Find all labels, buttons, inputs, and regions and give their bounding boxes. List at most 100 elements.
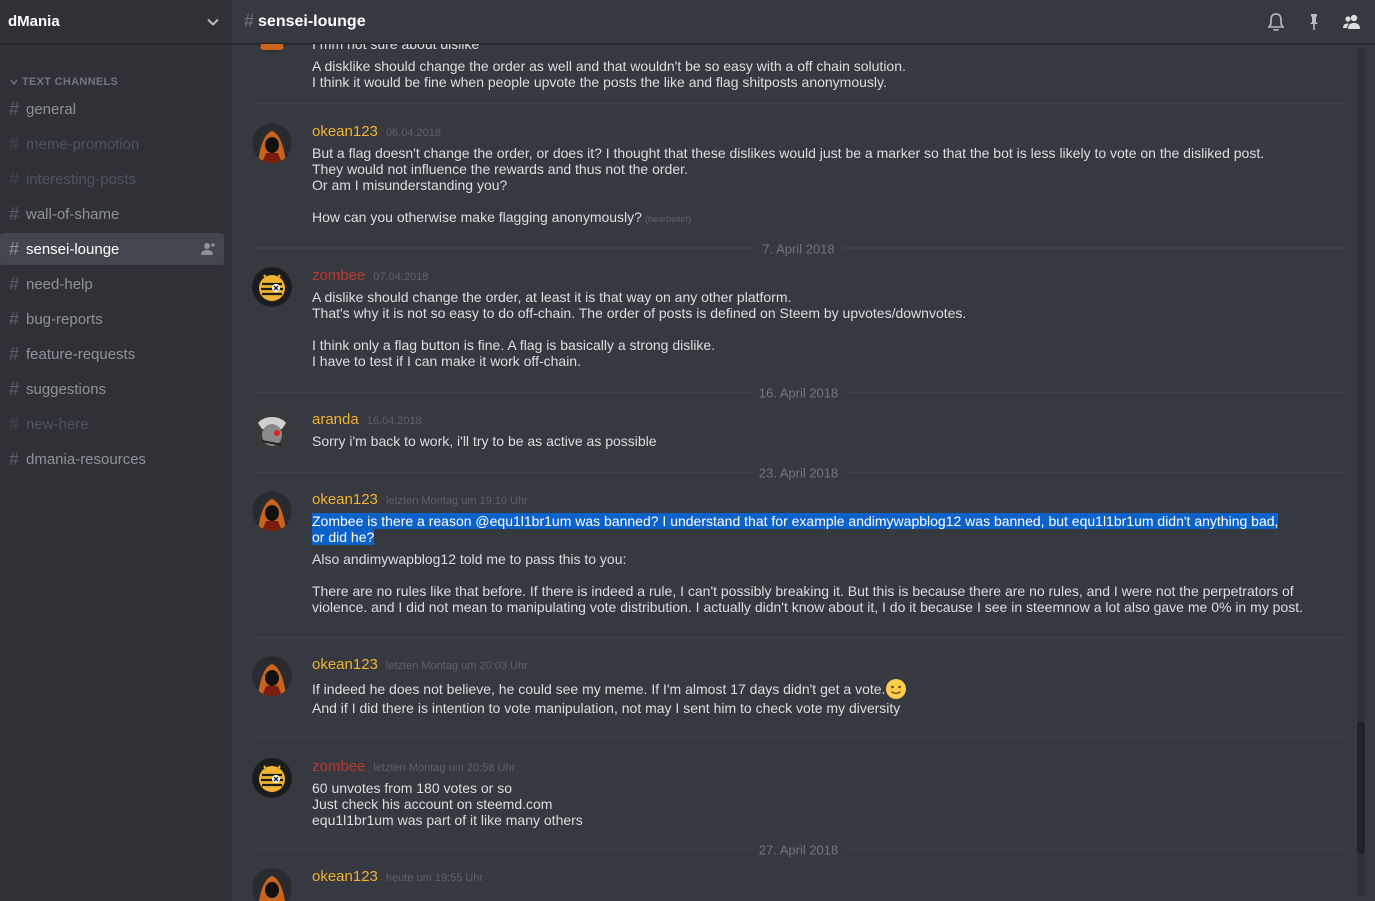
timestamp: 06.04.2018 bbox=[385, 127, 441, 139]
hash-icon: # bbox=[8, 98, 19, 119]
message-line: I think it would be fine when people upv… bbox=[312, 74, 887, 90]
channel-name: new-here bbox=[26, 415, 89, 433]
message-line bbox=[312, 193, 1345, 209]
sidebar-item-need-help[interactable]: # need-help bbox=[0, 268, 224, 300]
selected-text: Zombee is there a reason @equ1l1br1um wa… bbox=[312, 513, 1287, 545]
message-content: I mm not sure about dislike A disklike s… bbox=[312, 44, 1345, 90]
avatar[interactable] bbox=[252, 44, 292, 52]
author-name[interactable]: zombee bbox=[312, 267, 365, 284]
message-header: zombee 07.04.2018 bbox=[312, 267, 1345, 289]
timestamp: 07.04.2018 bbox=[373, 271, 429, 283]
message-text: If indeed he does not believe, he could … bbox=[312, 681, 886, 697]
sidebar-item-suggestions[interactable]: # suggestions bbox=[0, 373, 224, 405]
sidebar-item-interesting-posts[interactable]: # interesting-posts bbox=[0, 163, 224, 195]
message-group: zombee 07.04.2018 A dislike should chang… bbox=[252, 249, 1345, 392]
timestamp: letzten Montag um 20:58 Uhr bbox=[373, 762, 516, 774]
bell-icon[interactable] bbox=[1265, 11, 1287, 33]
channel-name: general bbox=[26, 100, 77, 118]
avatar-image bbox=[252, 868, 292, 901]
message-header: okean123 letzten Montag um 20:03 Uhr bbox=[312, 656, 1345, 678]
sidebar-item-wall-of-shame[interactable]: # wall-of-shame bbox=[0, 198, 224, 230]
header-toolbar bbox=[1265, 11, 1363, 33]
invite-user-icon[interactable] bbox=[200, 241, 216, 257]
message-list[interactable]: I mm not sure about dislike A disklike s… bbox=[232, 44, 1375, 901]
sidebar-item-sensei-lounge[interactable]: # sensei-lounge bbox=[0, 233, 224, 265]
message-line: I mm not sure about dislike bbox=[312, 44, 480, 52]
message-line: How can you otherwise make flagging anon… bbox=[312, 209, 1345, 227]
avatar[interactable] bbox=[252, 758, 292, 798]
message-header: okean123 letzten Montag um 19:10 Uhr bbox=[312, 491, 1345, 513]
timestamp: heute um 19:55 Uhr bbox=[385, 872, 484, 884]
hash-icon: # bbox=[8, 203, 19, 224]
author-name[interactable]: zombee bbox=[312, 758, 365, 775]
sidebar-item-meme-promotion[interactable]: # meme-promotion bbox=[0, 128, 224, 160]
hash-icon: # bbox=[8, 308, 19, 329]
message-line: That's why it is not so easy to do off-c… bbox=[312, 305, 967, 321]
selected-line: Zombee is there a reason @equ1l1br1um wa… bbox=[312, 513, 1279, 545]
message-line: Also andimywapblog12 told me to pass thi… bbox=[312, 551, 627, 567]
sidebar-item-dmania-resources[interactable]: # dmania-resources bbox=[0, 443, 224, 475]
message-group: okean123 letzten Montag um 20:03 Uhr If … bbox=[252, 638, 1345, 738]
message-header: zombee letzten Montag um 20:58 Uhr bbox=[312, 758, 1345, 780]
chevron-down-icon bbox=[207, 18, 219, 26]
message-line: If indeed he does not believe, he could … bbox=[312, 678, 1345, 700]
message-line: Sorry i'm back to work, i'll try to be a… bbox=[312, 433, 657, 449]
hash-icon: # bbox=[8, 448, 19, 469]
timestamp: 16.04.2018 bbox=[366, 415, 422, 427]
avatar[interactable] bbox=[252, 656, 292, 696]
author-name[interactable]: okean123 bbox=[312, 656, 378, 673]
message-line bbox=[312, 567, 1345, 583]
channel-name: interesting-posts bbox=[26, 170, 137, 188]
avatar[interactable] bbox=[252, 123, 292, 163]
author-name[interactable]: aranda bbox=[312, 411, 359, 428]
channel-name: bug-reports bbox=[26, 310, 103, 328]
message-line: They would not influence the rewards and… bbox=[312, 161, 688, 177]
scrollbar-thumb[interactable] bbox=[1357, 721, 1365, 854]
message-content: 60 unvotes from 180 votes or so Just che… bbox=[312, 780, 1345, 828]
avatar[interactable] bbox=[252, 411, 292, 451]
author-name[interactable]: okean123 bbox=[312, 868, 378, 885]
message-line: I think only a flag button is fine. A fl… bbox=[312, 337, 716, 353]
avatar[interactable] bbox=[252, 868, 292, 901]
avatar-image bbox=[252, 758, 292, 798]
hash-icon: # bbox=[8, 343, 19, 364]
guild-name: dMania bbox=[8, 13, 60, 30]
avatar-image bbox=[252, 656, 292, 696]
caret-down-icon bbox=[10, 79, 18, 86]
chat-area: # sensei-lounge I mm not sure about disl… bbox=[232, 0, 1375, 901]
message-line bbox=[312, 321, 1345, 337]
locked-hash-icon: # bbox=[244, 11, 255, 31]
category-text-channels[interactable]: TEXT CHANNELS bbox=[0, 44, 232, 92]
sidebar-item-bug-reports[interactable]: # bug-reports bbox=[0, 303, 224, 335]
sidebar-item-new-here[interactable]: # new-here bbox=[0, 408, 224, 440]
message-group: okean123 heute um 19:55 Uhr bbox=[252, 850, 1345, 901]
channel-name: wall-of-shame bbox=[26, 205, 120, 223]
pin-icon[interactable] bbox=[1303, 11, 1325, 33]
members-icon[interactable] bbox=[1341, 11, 1363, 33]
message-group: aranda 16.04.2018 Sorry i'm back to work… bbox=[252, 393, 1345, 472]
discord-window: dMania TEXT CHANNELS # general # meme-pr… bbox=[0, 0, 1375, 901]
author-name[interactable]: okean123 bbox=[312, 491, 378, 508]
avatar[interactable] bbox=[252, 267, 292, 307]
message-line: 60 unvotes from 180 votes or so bbox=[312, 780, 512, 796]
sidebar-item-feature-requests[interactable]: # feature-requests bbox=[0, 338, 224, 370]
channel-name: suggestions bbox=[26, 380, 107, 398]
guild-header[interactable]: dMania bbox=[0, 0, 232, 44]
message-line: And if I did there is intention to vote … bbox=[312, 700, 901, 716]
avatar[interactable] bbox=[252, 491, 292, 531]
message-header: aranda 16.04.2018 bbox=[312, 411, 1345, 433]
message-group: I mm not sure about dislike A disklike s… bbox=[252, 44, 1345, 104]
hash-icon: # bbox=[8, 133, 19, 154]
message-header: okean123 06.04.2018 bbox=[312, 123, 1345, 145]
message-header: okean123 heute um 19:55 Uhr bbox=[312, 868, 1345, 890]
sidebar-item-general[interactable]: # general bbox=[0, 93, 224, 125]
message-text: How can you otherwise make flagging anon… bbox=[312, 209, 642, 225]
hash-icon: # bbox=[8, 378, 19, 399]
author-name[interactable]: okean123 bbox=[312, 123, 378, 140]
slightly-smiling-face-emoji bbox=[886, 679, 907, 699]
message-group: okean123 letzten Montag um 19:10 Uhr Zom… bbox=[252, 473, 1345, 638]
channel-title: sensei-lounge bbox=[258, 12, 366, 30]
channel-name: meme-promotion bbox=[26, 135, 140, 153]
scrollbar-track[interactable] bbox=[1357, 48, 1365, 897]
timestamp: letzten Montag um 20:03 Uhr bbox=[385, 660, 528, 672]
